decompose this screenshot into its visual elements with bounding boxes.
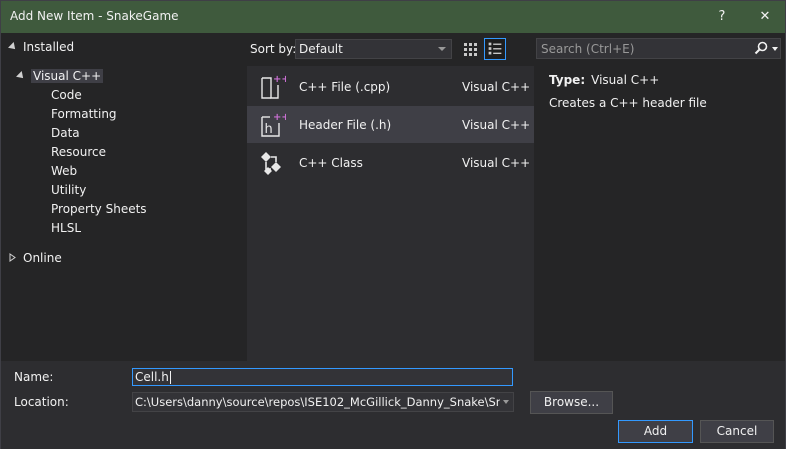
text-cursor (169, 371, 171, 384)
tree-item-web[interactable]: Web (51, 162, 77, 181)
tree-item-label: Online (23, 251, 62, 265)
cpp-class-icon (261, 152, 281, 175)
category-tree: Installed Visual C++ Code Formatting Dat… (1, 33, 244, 361)
sort-bar: Sort by: Default (244, 33, 536, 63)
tree-item-label: Installed (23, 40, 75, 54)
browse-button[interactable]: Browse... (530, 391, 613, 414)
expanded-arrow-icon[interactable] (8, 42, 18, 52)
tree-item-visual-cpp[interactable]: Visual C++ (16, 67, 104, 86)
tree-item-hlsl[interactable]: HLSL (51, 219, 81, 238)
tree-item-code[interactable]: Code (51, 86, 82, 105)
collapsed-arrow-icon[interactable] (9, 253, 16, 262)
sort-dropdown[interactable]: Default (295, 39, 452, 59)
search-input[interactable]: Search (Ctrl+E) (536, 38, 781, 59)
location-dropdown-button[interactable] (500, 393, 513, 411)
name-label: Name: (14, 370, 54, 384)
template-name: Header File (.h) (299, 118, 392, 132)
tree-item-utility[interactable]: Utility (51, 181, 86, 200)
template-language: Visual C++ (462, 80, 531, 94)
cancel-button[interactable]: Cancel (700, 420, 774, 443)
list-item[interactable]: C++ Class Visual C++ (247, 144, 534, 181)
template-name: C++ File (.cpp) (299, 80, 391, 94)
window-title: Add New Item - SnakeGame (10, 9, 179, 23)
add-new-item-dialog: Add New Item - SnakeGame ? ✕ Installed V… (0, 0, 786, 449)
tree-item-label: Visual C++ (31, 69, 104, 83)
cpp-file-icon: ++ (261, 74, 286, 99)
template-list: ++ C++ File (.cpp) Visual C++ h ++ Heade… (247, 66, 534, 361)
detail-type: Type: Visual C++ (549, 73, 659, 87)
list-item[interactable]: ++ C++ File (.cpp) Visual C++ (247, 68, 534, 105)
svg-text:++: ++ (273, 74, 286, 85)
close-button[interactable]: ✕ (747, 1, 783, 33)
location-value: C:\Users\danny\source\repos\ISE102_McGil… (135, 395, 514, 409)
add-button[interactable]: Add (618, 420, 693, 443)
svg-text:h: h (265, 122, 273, 137)
sort-value: Default (299, 42, 343, 56)
tree-item-formatting[interactable]: Formatting (51, 105, 117, 124)
template-language: Visual C++ (462, 118, 531, 132)
detail-description: Creates a C++ header file (549, 96, 707, 110)
location-label: Location: (14, 395, 69, 409)
title-bar: Add New Item - SnakeGame ? ✕ (1, 1, 785, 33)
chevron-down-icon (503, 400, 509, 404)
expanded-arrow-icon[interactable] (16, 71, 26, 81)
list-view-icon[interactable] (484, 38, 506, 60)
tree-item-resource[interactable]: Resource (51, 143, 106, 162)
location-field[interactable]: C:\Users\danny\source\repos\ISE102_McGil… (132, 392, 514, 412)
template-language: Visual C++ (462, 156, 531, 170)
tree-item-data[interactable]: Data (51, 124, 80, 143)
sort-label: Sort by: (250, 42, 297, 56)
search-placeholder: Search (Ctrl+E) (541, 42, 635, 56)
name-value: Cell.h (135, 370, 169, 384)
search-options-chevron-icon[interactable] (772, 47, 778, 51)
search-icon[interactable] (754, 41, 768, 55)
bottom-form: Name: Cell.h Location: C:\Users\danny\so… (1, 361, 785, 449)
tree-item-installed[interactable]: Installed (8, 38, 75, 57)
detail-type-value: Visual C++ (591, 73, 660, 87)
detail-type-label: Type: (549, 73, 586, 87)
grid-view-icon[interactable] (459, 38, 481, 60)
chevron-down-icon (438, 47, 446, 51)
tree-item-property-sheets[interactable]: Property Sheets (51, 200, 147, 219)
list-item[interactable]: h ++ Header File (.h) Visual C++ (247, 106, 534, 143)
help-button[interactable]: ? (704, 1, 740, 33)
template-name: C++ Class (299, 156, 363, 170)
svg-text:++: ++ (273, 112, 286, 123)
header-file-icon: h ++ (261, 112, 286, 137)
tree-item-online[interactable]: Online (9, 249, 62, 268)
name-field[interactable]: Cell.h (132, 368, 513, 386)
